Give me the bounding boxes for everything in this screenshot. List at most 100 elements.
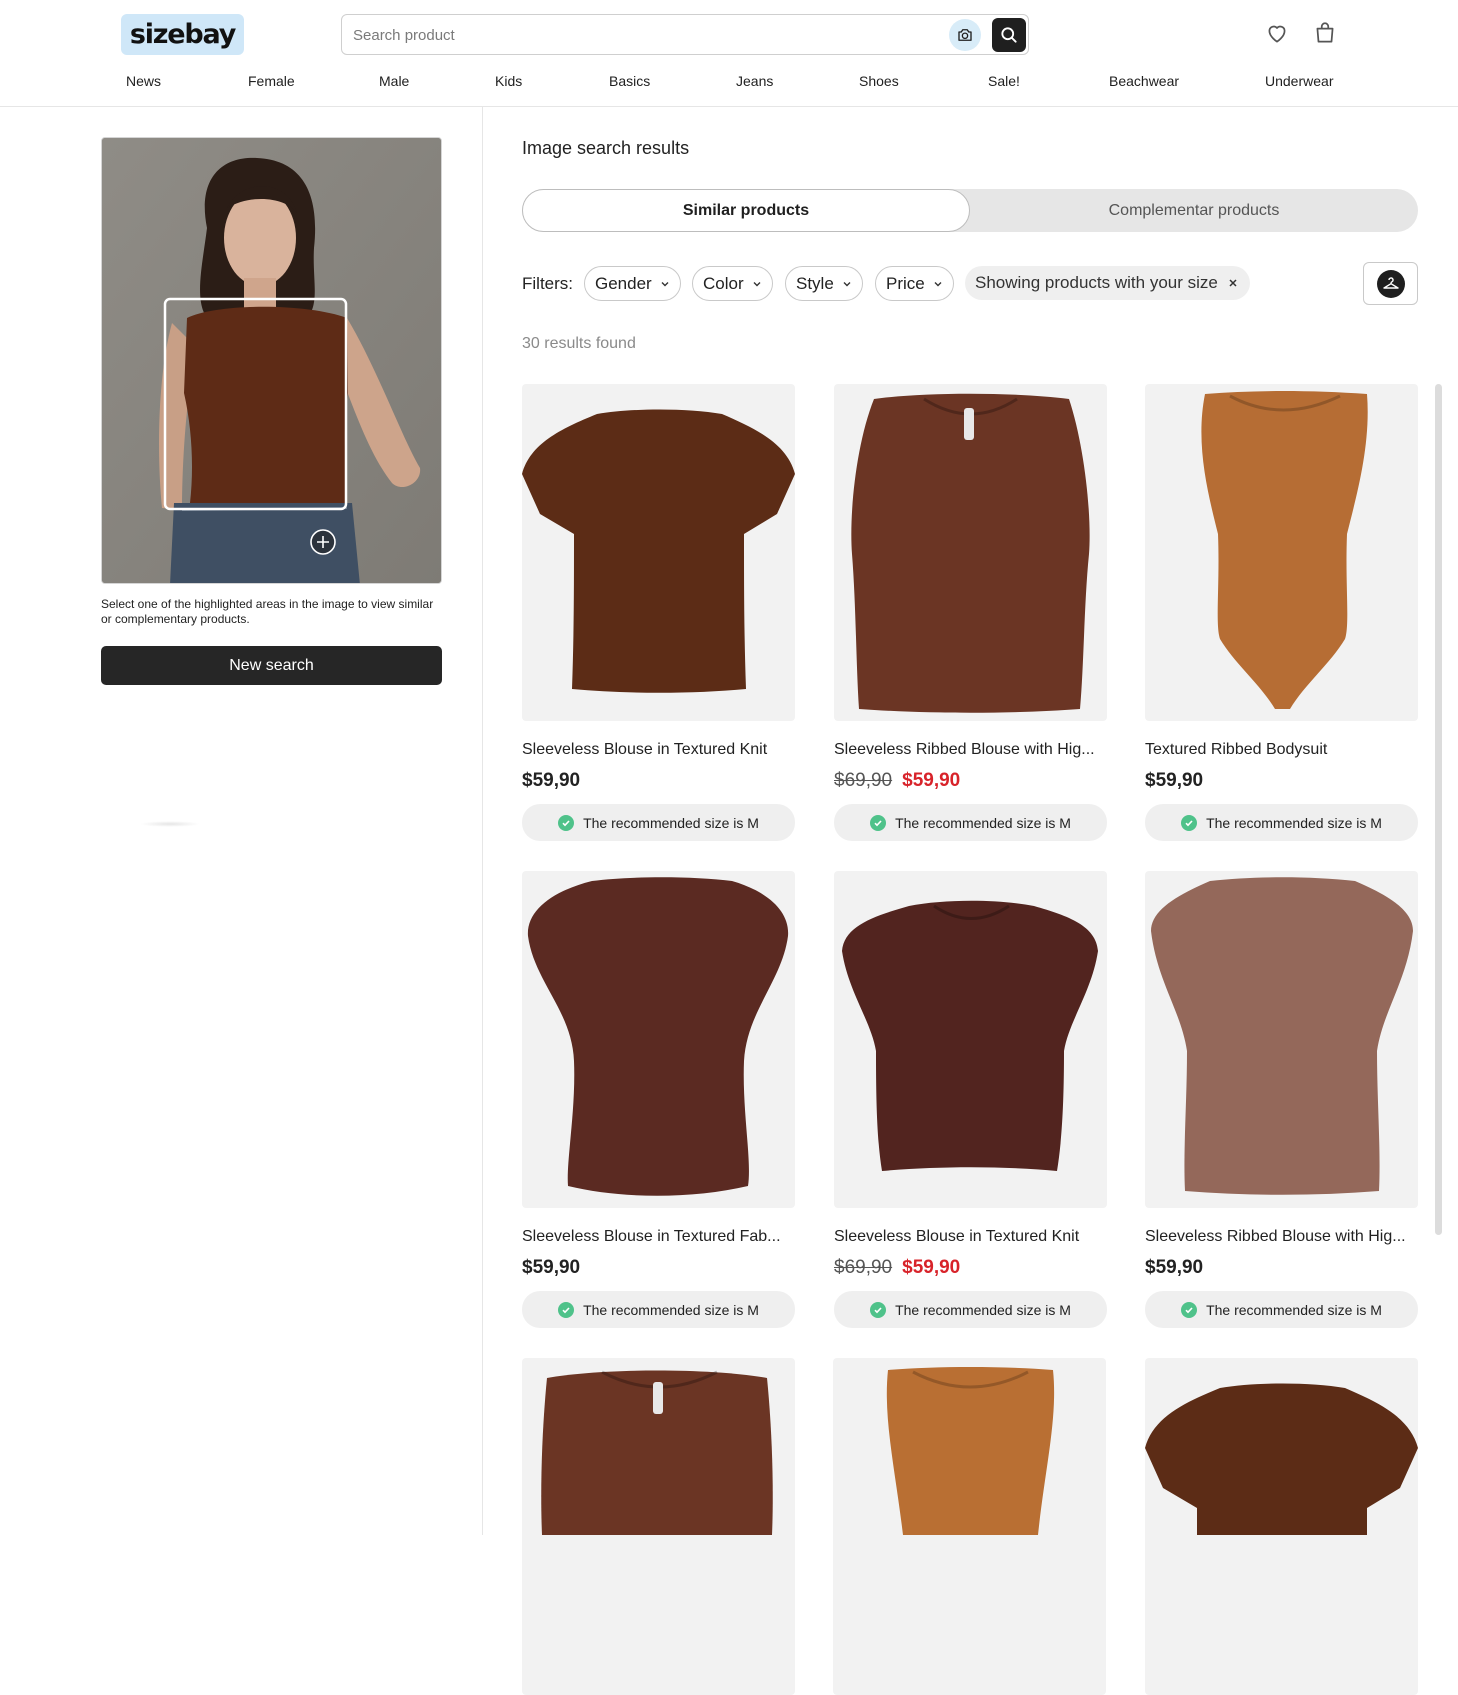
chevron-down-icon [753,281,761,286]
filter-style-label: Style [796,273,834,293]
current-price: $59,90 [1145,1257,1204,1278]
original-price: $69,90 [834,1257,893,1278]
current-price: $59,90 [522,1257,581,1278]
heart-icon [1268,25,1286,43]
filters-label: Filters: [522,274,573,293]
check-circle-icon [870,814,887,831]
recommendation-text: The recommended size is M [1206,1301,1382,1318]
recommendation-text: The recommended size is M [895,814,1071,831]
nav-shoes[interactable]: Shoes [859,73,899,89]
panel-divider [482,107,483,1535]
nav-basics[interactable]: Basics [609,73,650,89]
sale-price: $59,90 [902,1257,961,1278]
results-tabs: Complementar products Similar products [522,189,1418,232]
chevron-down-icon [661,281,669,286]
search-bar [341,14,1029,55]
size-recommendation: The recommended size is M [1145,1291,1418,1328]
product-image[interactable] [522,384,795,721]
nav-male[interactable]: Male [379,73,409,89]
search-button[interactable] [992,18,1026,52]
product-name[interactable]: Sleeveless Blouse in Textured Knit [834,1228,1107,1246]
check-circle-icon [558,814,575,831]
nav-underwear[interactable]: Underwear [1265,73,1333,89]
selection-hint: Select one of the highlighted areas in t… [101,597,434,626]
check-circle-icon [870,1301,887,1318]
close-icon[interactable] [1228,278,1238,288]
size-recommendation: The recommended size is M [522,804,795,841]
product-name[interactable]: Sleeveless Ribbed Blouse with Hig... [1145,1228,1418,1246]
chevron-down-icon [934,281,942,286]
filter-style[interactable]: Style [785,266,863,301]
new-search-button[interactable]: New search [101,646,442,685]
size-recommendation: The recommended size is M [834,1291,1107,1328]
product-price: $59,90 [1145,770,1203,792]
product-price: $59,90 [522,1257,580,1279]
check-circle-icon [558,1301,575,1318]
chevron-down-icon [843,281,851,286]
search-input[interactable] [353,25,933,45]
recommendation-text: The recommended size is M [895,1301,1071,1318]
product-image[interactable] [1145,384,1418,721]
product-name[interactable]: Textured Ribbed Bodysuit [1145,741,1418,759]
recommendation-text: The recommended size is M [1206,814,1382,831]
results-scrollbar[interactable] [1435,384,1442,1235]
product-image[interactable] [1145,1358,1418,1695]
product-image[interactable] [834,384,1107,721]
product-image[interactable] [522,871,795,1208]
camera-search-button[interactable] [949,19,981,51]
recommendation-text: The recommended size is M [583,814,759,831]
page-title: Image search results [522,138,690,158]
sale-price: $59,90 [902,770,961,791]
size-recommendation: The recommended size is M [522,1291,795,1328]
decorative-shadow [140,821,200,827]
cart-button[interactable] [1311,19,1339,47]
recommendation-text: The recommended size is M [583,1301,759,1318]
nav-female[interactable]: Female [248,73,295,89]
filter-color[interactable]: Color [692,266,773,301]
model-photo [102,138,441,583]
product-image[interactable] [834,871,1107,1208]
search-icon [1001,27,1017,43]
size-recommendation: The recommended size is M [834,804,1107,841]
product-image[interactable] [522,1358,795,1695]
plus-circle-icon[interactable] [310,529,336,555]
tab-complementary[interactable]: Complementar products [970,189,1418,232]
filter-gender[interactable]: Gender [584,266,681,301]
filter-color-label: Color [703,273,744,293]
current-price: $59,90 [522,770,581,791]
search-source-image [101,137,442,584]
product-name[interactable]: Sleeveless Blouse in Textured Knit [522,741,795,759]
current-price: $59,90 [1145,770,1204,791]
size-profile-button[interactable] [1363,262,1418,305]
filter-gender-label: Gender [595,273,652,293]
product-price: $59,90 [522,770,580,792]
size-filter-chip: Showing products with your size [965,266,1250,300]
check-circle-icon [1181,1301,1198,1318]
camera-icon [958,29,972,41]
original-price: $69,90 [834,770,893,791]
filter-price-label: Price [886,273,925,293]
filter-price[interactable]: Price [875,266,954,301]
product-image[interactable] [1145,871,1418,1208]
nav-sale[interactable]: Sale! [988,73,1020,89]
product-image[interactable] [833,1358,1106,1695]
nav-kids[interactable]: Kids [495,73,522,89]
results-count: 30 results found [522,335,636,352]
nav-beachwear[interactable]: Beachwear [1109,73,1179,89]
size-recommendation: The recommended size is M [1145,804,1418,841]
shopping-bag-icon [1316,22,1334,43]
brand-logo[interactable]: sizebay [121,14,244,55]
product-price: $69,90 $59,90 [834,770,960,792]
nav-jeans[interactable]: Jeans [736,73,773,89]
wishlist-button[interactable] [1263,19,1291,47]
size-filter-label: Showing products with your size [975,273,1218,292]
product-name[interactable]: Sleeveless Blouse in Textured Fab... [522,1228,795,1246]
product-name[interactable]: Sleeveless Ribbed Blouse with Hig... [834,741,1107,759]
check-circle-icon [1181,814,1198,831]
hanger-icon [1376,269,1405,298]
nav-news[interactable]: News [126,73,161,89]
product-price: $59,90 [1145,1257,1203,1279]
site-header: sizebay News Female Male Kids Basics Jea… [0,0,1458,107]
tab-similar[interactable]: Similar products [522,189,970,232]
product-price: $69,90 $59,90 [834,1257,960,1279]
